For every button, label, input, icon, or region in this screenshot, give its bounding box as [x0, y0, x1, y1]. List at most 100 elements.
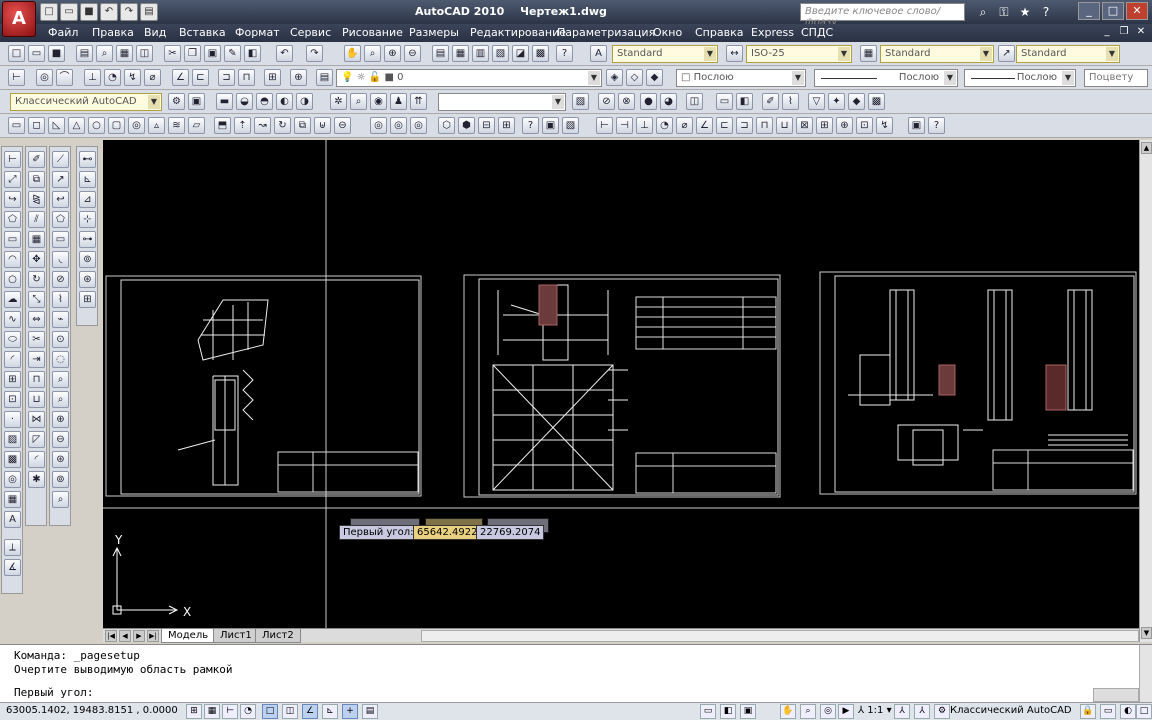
- break-point-icon[interactable]: ⊓: [28, 371, 45, 388]
- section-plane-icon[interactable]: ⊟: [478, 117, 495, 134]
- help-icon[interactable]: ?: [522, 117, 539, 134]
- sketch-icon[interactable]: ↩: [52, 191, 69, 208]
- workspace-settings-icon[interactable]: ⚙: [168, 93, 185, 110]
- dim-jogged-icon[interactable]: ↯: [876, 117, 893, 134]
- 3d-osnap-toggle-icon[interactable]: ◫: [282, 704, 298, 719]
- menu-draw[interactable]: Рисование: [342, 26, 403, 39]
- zoom-dynamic-icon[interactable]: ⊖: [52, 431, 69, 448]
- sphere-icon[interactable]: ○: [88, 117, 105, 134]
- layer-select[interactable]: 💡 ☼ 🔓 ■ 0 ▼: [336, 69, 602, 87]
- orbit-icon[interactable]: ✲: [330, 93, 347, 110]
- doc-minimize-button[interactable]: _: [1100, 25, 1114, 39]
- tab-next-icon[interactable]: ▶: [133, 630, 145, 642]
- angular-dim-icon[interactable]: ∠: [172, 69, 189, 86]
- cone-icon[interactable]: △: [68, 117, 85, 134]
- menu-parametric[interactable]: Параметризация: [557, 26, 655, 39]
- snap-endpoint-icon[interactable]: ⊾: [79, 171, 96, 188]
- 3d-rotate-icon[interactable]: ◎: [410, 117, 427, 134]
- wipeout-icon[interactable]: ▭: [52, 231, 69, 248]
- intersect-icon[interactable]: ◎: [370, 117, 387, 134]
- menu-insert[interactable]: Вставка: [179, 26, 226, 39]
- vertical-scrollbar[interactable]: ▲ ▼: [1139, 140, 1152, 642]
- quick-dim-icon[interactable]: ⊏: [192, 69, 209, 86]
- plot-icon[interactable]: ▤: [140, 3, 158, 21]
- ellipse-arc-icon[interactable]: ◜: [4, 351, 21, 368]
- visual-style-realistic-icon[interactable]: ●: [640, 93, 657, 110]
- my-workspace-icon[interactable]: ▣: [188, 93, 205, 110]
- xline-icon[interactable]: ⟋: [52, 151, 69, 168]
- ducs-toggle-icon[interactable]: ⊾: [322, 704, 338, 719]
- brush-icon[interactable]: ⌇: [782, 93, 799, 110]
- zoom-realtime-icon[interactable]: ⌕: [364, 45, 381, 62]
- copy-icon[interactable]: ❐: [184, 45, 201, 62]
- help-icon[interactable]: ?: [556, 45, 573, 62]
- tab-layout1[interactable]: Лист1: [213, 629, 259, 643]
- boundary-icon[interactable]: ⊘: [52, 271, 69, 288]
- dim-baseline-icon[interactable]: ⊐: [736, 117, 753, 134]
- quick-view-drawings-icon[interactable]: ▣: [740, 704, 756, 719]
- dim-radius-icon[interactable]: ◔: [656, 117, 673, 134]
- command-hscroll[interactable]: [1093, 688, 1139, 702]
- dim-inspect-icon[interactable]: ⊡: [856, 117, 873, 134]
- plot-style-select[interactable]: Поцвету: [1084, 69, 1148, 87]
- ucs-icon[interactable]: ▧: [572, 93, 589, 110]
- table-style-select[interactable]: Standard ▼: [880, 45, 994, 63]
- break-icon[interactable]: ⊔: [28, 391, 45, 408]
- zoom-window-icon[interactable]: ⊕: [52, 411, 69, 428]
- menu-edit[interactable]: Правка: [92, 26, 134, 39]
- sweep-icon[interactable]: ↝: [254, 117, 271, 134]
- undo-icon[interactable]: ↶: [276, 45, 293, 62]
- zoom-status-icon[interactable]: ⌕: [800, 704, 816, 719]
- hardware-accel-icon[interactable]: ▭: [1100, 704, 1116, 719]
- snap-extension-icon[interactable]: ⊶: [79, 231, 96, 248]
- design-center-icon[interactable]: ▦: [452, 45, 469, 62]
- presspull-icon[interactable]: ⇡: [234, 117, 251, 134]
- annotation-scale[interactable]: ⅄ 1:1 ▾: [858, 705, 892, 716]
- workspace-select[interactable]: Классический AutoCAD ▼: [10, 93, 162, 111]
- insert-block-icon[interactable]: ⊞: [4, 371, 21, 388]
- dim-edit-icon[interactable]: ▣: [908, 117, 925, 134]
- zoom-in-icon[interactable]: ⊙: [52, 331, 69, 348]
- circle-icon[interactable]: ○: [4, 271, 21, 288]
- undo-icon[interactable]: ↶: [100, 3, 118, 21]
- open-icon[interactable]: ▭: [60, 3, 78, 21]
- command-prompt[interactable]: Первый угол:: [14, 686, 93, 699]
- menu-help[interactable]: Справка: [695, 26, 743, 39]
- ray-icon[interactable]: ↗: [52, 171, 69, 188]
- cut-icon[interactable]: ✂: [164, 45, 181, 62]
- ortho-toggle-icon[interactable]: ⊢: [222, 704, 238, 719]
- erase-icon[interactable]: ✐: [762, 93, 779, 110]
- snap-temp-icon[interactable]: ⊷: [79, 151, 96, 168]
- array-icon[interactable]: ▦: [28, 231, 45, 248]
- radius-dim-icon[interactable]: ◔: [104, 69, 121, 86]
- scale-icon[interactable]: ⤡: [28, 291, 45, 308]
- text-style-icon[interactable]: A: [590, 45, 607, 62]
- divide-icon[interactable]: ∡: [4, 559, 21, 576]
- showmotion-icon[interactable]: ▶: [838, 704, 854, 719]
- lock-icon[interactable]: 🔒: [1080, 704, 1096, 719]
- save-icon[interactable]: ■: [80, 3, 98, 21]
- dim-style-select[interactable]: ISO-25 ▼: [746, 45, 852, 63]
- dim-aligned-icon[interactable]: ⊣: [616, 117, 633, 134]
- scroll-down-icon[interactable]: ▼: [1141, 627, 1152, 639]
- named-views-icon[interactable]: ▬: [216, 93, 233, 110]
- rectangle-icon[interactable]: ▭: [4, 231, 21, 248]
- doc-restore-button[interactable]: ❐: [1117, 25, 1131, 39]
- pan-status-icon[interactable]: ✋: [780, 704, 796, 719]
- stretch-icon[interactable]: ⇔: [28, 311, 45, 328]
- help-search-input[interactable]: Введите ключевое слово/фразу: [800, 3, 965, 28]
- sheet-set-icon[interactable]: ▧: [492, 45, 509, 62]
- view-iso-icon[interactable]: ◑: [296, 93, 313, 110]
- layout-icon[interactable]: ▭: [716, 93, 733, 110]
- arc-3p-icon[interactable]: ◟: [52, 251, 69, 268]
- continue-dim-icon[interactable]: ⊓: [238, 69, 255, 86]
- dim-continue-icon[interactable]: ⊓: [756, 117, 773, 134]
- menu-express[interactable]: Express: [751, 26, 794, 39]
- quick-view-layouts-icon[interactable]: ◧: [720, 704, 736, 719]
- grid-toggle-icon[interactable]: ▦: [204, 704, 220, 719]
- ellipse-icon[interactable]: ⬭: [4, 331, 21, 348]
- plot-icon[interactable]: ▤: [76, 45, 93, 62]
- zoom-window-icon[interactable]: ⊕: [384, 45, 401, 62]
- dim-angular-icon[interactable]: ∠: [696, 117, 713, 134]
- dim-ordinate-icon[interactable]: ⊥: [636, 117, 653, 134]
